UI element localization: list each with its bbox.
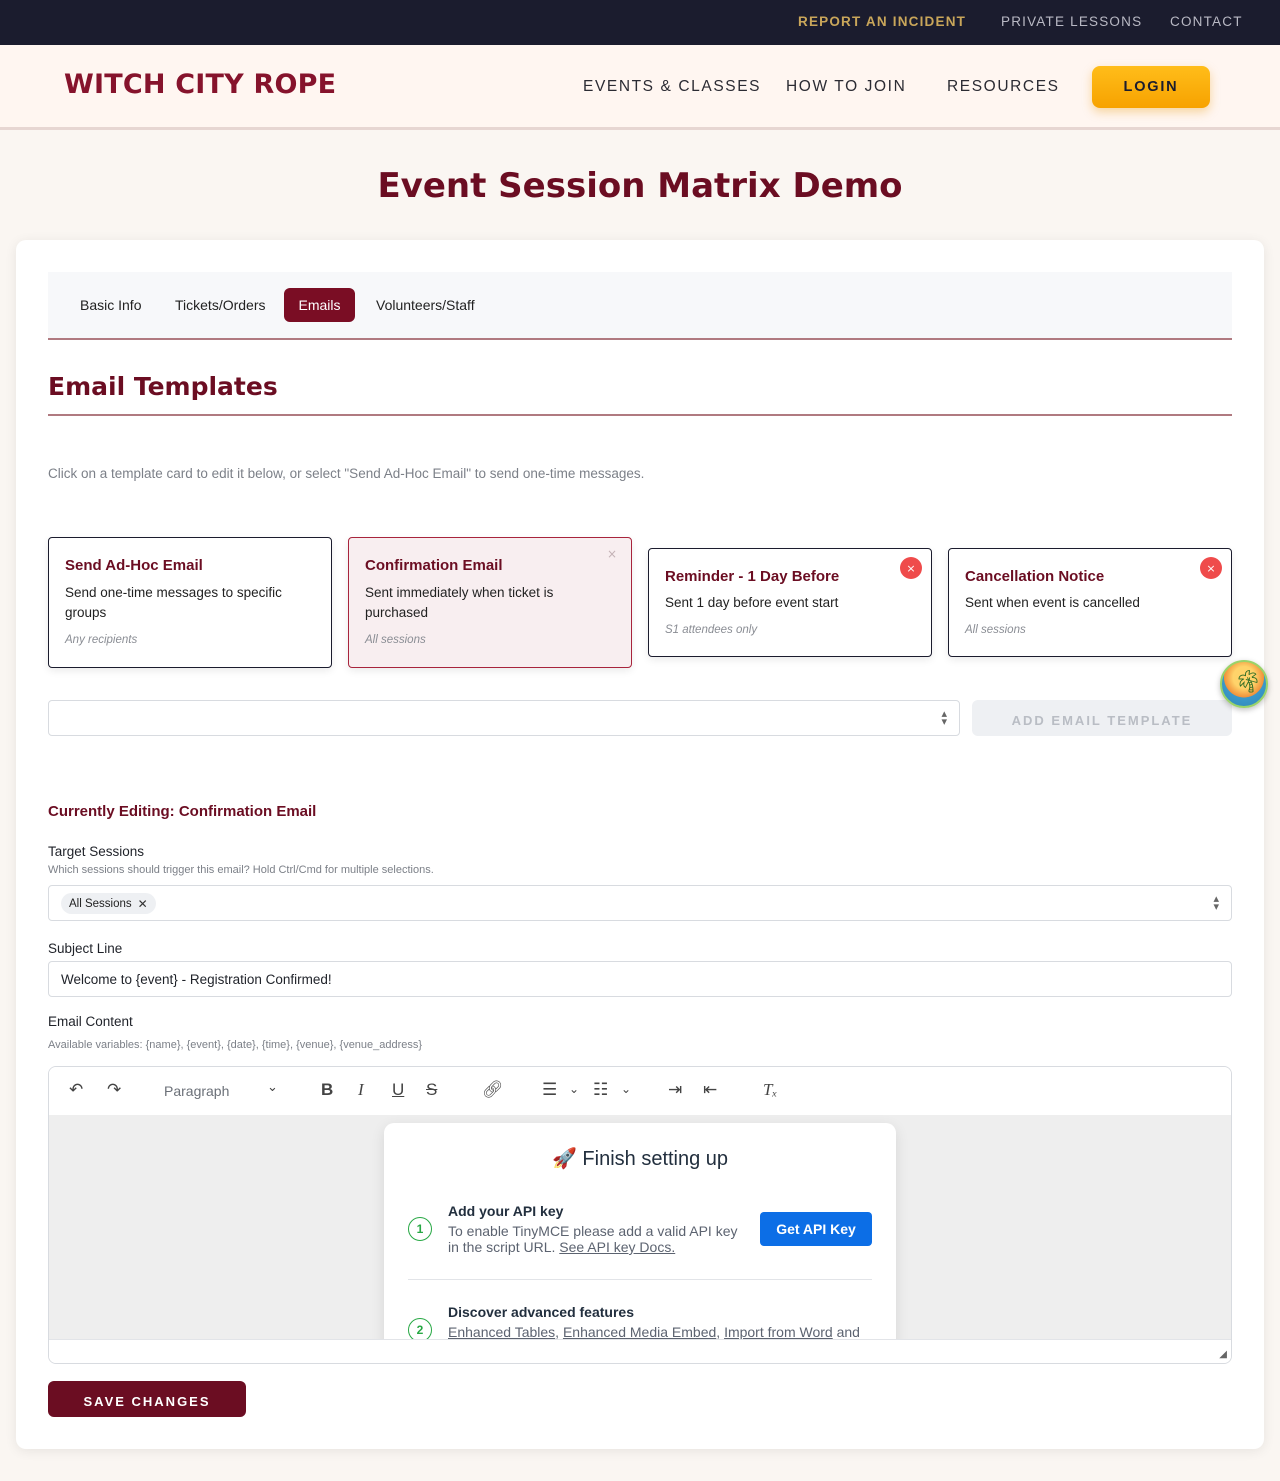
delete-template-icon[interactable]: × — [1200, 557, 1222, 579]
enhanced-media-link[interactable]: Enhanced Media Embed — [563, 1324, 716, 1340]
template-card-description: Sent when event is cancelled — [965, 595, 1140, 610]
editing-title: Currently Editing: Confirmation Email — [48, 803, 317, 820]
report-incident-link[interactable]: REPORT AN INCIDENT — [798, 14, 966, 29]
indent-icon[interactable]: ⇥ — [668, 1080, 682, 1100]
palm-avatar-icon[interactable]: 🌴︎ — [1220, 660, 1268, 708]
tab-bar: Basic Info Tickets/Orders Emails Volunte… — [48, 272, 1232, 340]
target-sessions-select[interactable]: All Sessions ✕ ▴ ▾ — [48, 885, 1232, 921]
api-key-docs-link[interactable]: See API key Docs. — [559, 1239, 675, 1255]
nav-resources[interactable]: RESOURCES — [947, 78, 1060, 96]
session-chip: All Sessions ✕ — [61, 893, 156, 914]
subject-line-label: Subject Line — [48, 941, 123, 956]
templates-help-text: Click on a template card to edit it belo… — [48, 466, 645, 481]
resize-handle-icon[interactable]: ◢ — [1219, 1349, 1227, 1360]
target-sessions-help: Which sessions should trigger this email… — [48, 864, 434, 876]
add-email-template-label: ADD EMAIL TEMPLATE — [1011, 713, 1193, 728]
section-divider — [48, 414, 1232, 416]
chevron-down-icon[interactable]: ⌄ — [569, 1082, 579, 1096]
email-content-help: Available variables: {name}, {event}, {d… — [48, 1039, 423, 1051]
template-card-meta: All sessions — [365, 634, 426, 646]
utility-bar: REPORT AN INCIDENT PRIVATE LESSONS CONTA… — [0, 0, 1280, 45]
finish-setup-popup: 🚀 Finish setting up 1 Add your API key T… — [384, 1123, 896, 1363]
template-card-confirmation[interactable]: × Confirmation Email Sent immediately wh… — [348, 537, 632, 668]
bold-icon[interactable]: B — [321, 1080, 333, 1100]
main-header: WITCH CITY ROPE EVENTS & CLASSES HOW TO … — [0, 45, 1280, 130]
select-caret-icon: ▴ ▾ — [941, 707, 947, 728]
save-changes-button[interactable]: SAVE CHANGES — [48, 1381, 246, 1417]
remove-chip-icon[interactable]: ✕ — [138, 897, 148, 911]
site-logo[interactable]: WITCH CITY ROPE — [64, 69, 336, 100]
save-changes-label: SAVE CHANGES — [83, 1394, 211, 1409]
session-chip-label: All Sessions — [69, 897, 132, 910]
rich-text-editor: ↶ ↷ Paragraph ⌄ B I U S 🔗︎ ☰ ⌄ ☷ ⌄ ⇥ ⇤ T… — [48, 1066, 1232, 1364]
nav-how-to-join[interactable]: HOW TO JOIN — [786, 78, 906, 96]
event-editor-card: Basic Info Tickets/Orders Emails Volunte… — [16, 240, 1264, 1449]
tab-basic-info[interactable]: Basic Info — [64, 288, 157, 322]
close-icon[interactable]: × — [607, 547, 617, 561]
section-title: Email Templates — [48, 372, 278, 401]
template-type-select[interactable]: ▴ ▾ — [48, 700, 960, 736]
nav-events-classes[interactable]: EVENTS & CLASSES — [583, 78, 761, 96]
target-sessions-label: Target Sessions — [48, 844, 145, 859]
tab-tickets-orders[interactable]: Tickets/Orders — [159, 288, 282, 322]
chevron-down-icon[interactable]: ⌄ — [267, 1080, 278, 1095]
undo-icon[interactable]: ↶ — [69, 1080, 83, 1100]
subject-line-input[interactable] — [48, 961, 1232, 997]
contact-link[interactable]: CONTACT — [1170, 14, 1243, 29]
template-card-description: Sent immediately when ticket is purchase… — [365, 585, 554, 620]
template-card-cancellation[interactable]: × Cancellation Notice Sent when event is… — [948, 548, 1232, 657]
tab-emails[interactable]: Emails — [284, 288, 355, 322]
email-content-label: Email Content — [48, 1014, 133, 1029]
template-card-title: Reminder - 1 Day Before — [665, 568, 840, 585]
template-card-meta: Any recipients — [65, 634, 138, 646]
template-card-meta: All sessions — [965, 624, 1026, 636]
step-number-1: 1 — [408, 1217, 432, 1241]
template-card-title: Cancellation Notice — [965, 568, 1105, 585]
numbered-list-icon[interactable]: ☷ — [593, 1080, 608, 1100]
template-card-title: Confirmation Email — [365, 557, 503, 574]
link-icon[interactable]: 🔗︎ — [482, 1080, 504, 1100]
template-card-title: Send Ad-Hoc Email — [65, 557, 203, 574]
page-title: Event Session Matrix Demo — [377, 166, 903, 206]
clear-format-icon[interactable]: Tₓ — [763, 1080, 777, 1100]
palm-tree-icon: 🌴︎ — [1234, 670, 1262, 695]
italic-icon[interactable]: I — [358, 1080, 364, 1100]
bullet-list-icon[interactable]: ☰ — [542, 1080, 557, 1100]
paragraph-format-select[interactable]: Paragraph — [164, 1083, 229, 1099]
step-text-api-key: To enable TinyMCE please add a valid API… — [448, 1223, 748, 1255]
login-button[interactable]: LOGIN — [1092, 66, 1210, 108]
step-text-tail: and — [836, 1324, 860, 1340]
underline-icon[interactable]: U — [392, 1080, 404, 1100]
enhanced-tables-link[interactable]: Enhanced Tables — [448, 1324, 555, 1340]
tab-volunteers-staff[interactable]: Volunteers/Staff — [360, 288, 491, 322]
editor-body[interactable]: 🚀 Finish setting up 1 Add your API key T… — [49, 1115, 1231, 1363]
get-api-key-button[interactable]: Get API Key — [760, 1212, 872, 1246]
template-card-meta: S1 attendees only — [665, 624, 758, 636]
template-card-adhoc[interactable]: Send Ad-Hoc Email Send one-time messages… — [48, 537, 332, 668]
redo-icon[interactable]: ↷ — [107, 1080, 121, 1100]
step-title-features: Discover advanced features — [448, 1304, 634, 1320]
editor-statusbar: ◢ — [49, 1339, 1231, 1363]
step-title-api-key: Add your API key — [448, 1203, 564, 1219]
import-word-link[interactable]: Import from Word — [724, 1324, 833, 1340]
popup-divider — [408, 1279, 872, 1280]
outdent-icon[interactable]: ⇤ — [703, 1080, 717, 1100]
popup-title: 🚀 Finish setting up — [551, 1148, 729, 1170]
template-card-reminder[interactable]: × Reminder - 1 Day Before Sent 1 day bef… — [648, 548, 932, 657]
template-card-description: Send one-time messages to specific group… — [65, 585, 282, 620]
editor-toolbar: ↶ ↷ Paragraph ⌄ B I U S 🔗︎ ☰ ⌄ ☷ ⌄ ⇥ ⇤ T… — [49, 1067, 1231, 1115]
chevron-down-icon[interactable]: ⌄ — [621, 1082, 631, 1096]
delete-template-icon[interactable]: × — [900, 557, 922, 579]
add-email-template-button[interactable]: ADD EMAIL TEMPLATE — [972, 700, 1232, 736]
step-text-features: Enhanced Tables, Enhanced Media Embed, I… — [448, 1324, 860, 1340]
template-card-description: Sent 1 day before event start — [665, 595, 839, 610]
private-lessons-link[interactable]: PRIVATE LESSONS — [1001, 14, 1142, 29]
select-caret-icon: ▴ ▾ — [1213, 892, 1219, 913]
strikethrough-icon[interactable]: S — [426, 1080, 437, 1100]
